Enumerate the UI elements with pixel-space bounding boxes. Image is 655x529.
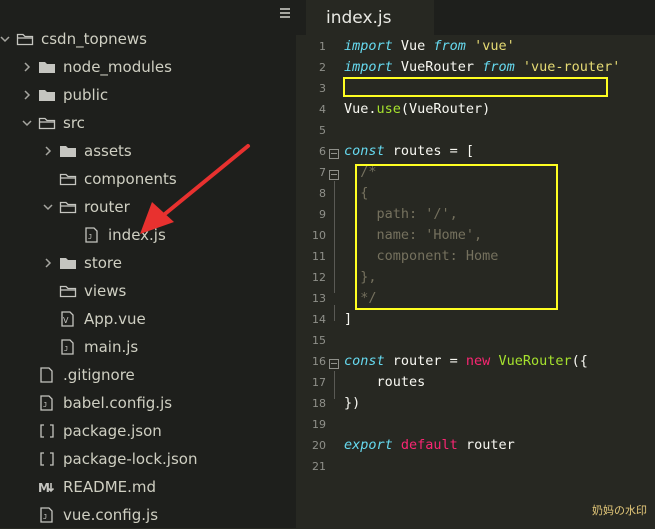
code-line-20: export default router [344, 437, 515, 453]
chevron-right-icon[interactable] [42, 145, 54, 157]
code-line-18: }) [344, 395, 361, 411]
tree-item-package-lock-json[interactable]: package-lock.json [0, 445, 296, 473]
tree-item-label: README.md [63, 478, 157, 496]
folder-open-icon [59, 199, 77, 215]
folder-icon [38, 59, 56, 75]
tree-item-label: vue.config.js [63, 506, 159, 524]
svg-text:M: M [38, 481, 50, 495]
watermark: 奶妈の水印 [592, 504, 647, 517]
tree-item-label: main.js [84, 338, 139, 356]
chevron-down-icon[interactable] [21, 117, 33, 129]
code-line-17: routes [344, 374, 426, 390]
file-icon [38, 367, 56, 383]
highlight-box-line-3 [343, 77, 608, 97]
line-number: 15 [312, 334, 326, 347]
line-number: 19 [312, 418, 326, 431]
js-file-icon: J [59, 339, 77, 355]
svg-text:J: J [43, 513, 47, 521]
code-line-14: ] [344, 311, 353, 327]
line-number: 5 [319, 124, 326, 137]
tree-item-label: .gitignore [63, 366, 135, 384]
tree-item-public[interactable]: public [0, 81, 296, 109]
tree-item-label: babel.config.js [63, 394, 173, 412]
folder-icon [38, 87, 56, 103]
tab-bar: index.js [296, 0, 655, 35]
hamburger-menu-icon[interactable] [278, 6, 292, 20]
tree-item-label: store [84, 254, 122, 272]
file-explorer-sidebar: csdn_topnews node_modules public src assets c… [0, 0, 296, 528]
chevron-right-icon[interactable] [42, 257, 54, 269]
js-file-icon: J [83, 227, 101, 243]
chevron-down-icon[interactable] [0, 33, 11, 45]
tree-item-label: router [84, 198, 130, 216]
tree-item-vue-config-js[interactable]: Jvue.config.js [0, 501, 296, 529]
tree-item-label: csdn_topnews [41, 30, 147, 48]
svg-text:J: J [64, 345, 68, 353]
markdown-file-icon: M [38, 479, 56, 495]
tree-item-label: assets [84, 142, 132, 160]
line-number: 21 [312, 460, 326, 473]
tree-item-store[interactable]: store [0, 249, 296, 277]
tree-item-csdn-topnews[interactable]: csdn_topnews [0, 25, 296, 53]
line-number: 3 [319, 82, 326, 95]
tree-item-label: src [63, 114, 85, 132]
folder-open-icon [59, 171, 77, 187]
json-file-icon [38, 451, 56, 467]
tree-item-app-vue[interactable]: V App.vue [0, 305, 296, 333]
chevron-right-icon[interactable] [21, 61, 33, 73]
chevron-down-icon[interactable] [42, 201, 54, 213]
code-line-1: import Vue from 'vue' [344, 38, 515, 54]
tree-item--gitignore[interactable]: .gitignore [0, 361, 296, 389]
folder-open-icon [59, 283, 77, 299]
folder-open-icon [16, 31, 34, 47]
tree-item-readme-md[interactable]: M README.md [0, 473, 296, 501]
annotation-arrow [140, 144, 250, 234]
svg-text:J: J [43, 401, 47, 409]
svg-text:V: V [63, 316, 69, 325]
code-editor[interactable]: 1 2 3 4 5 6 7 8 9 10 11 12 13 14 15 16 17 18 19 20 21 import… [296, 35, 655, 528]
tree-item-label: package.json [63, 422, 162, 440]
vue-file-icon: V [59, 311, 77, 327]
tree-item-label: views [84, 282, 127, 300]
tree-item-label: package-lock.json [63, 450, 198, 468]
tree-item-label: public [63, 86, 109, 104]
js-file-icon: J [38, 507, 56, 523]
tree-item-label: node_modules [63, 58, 172, 76]
highlight-box-routes [355, 164, 558, 310]
tree-item-views[interactable]: views [0, 277, 296, 305]
tree-item-node-modules[interactable]: node_modules [0, 53, 296, 81]
folder-open-icon [38, 115, 56, 131]
svg-text:J: J [88, 233, 92, 241]
folder-icon [59, 255, 77, 271]
code-line-16: const router = new VueRouter({ [344, 353, 588, 369]
tree-item-babel-config-js[interactable]: Jbabel.config.js [0, 389, 296, 417]
tab-label: index.js [326, 7, 392, 28]
js-file-icon: J [38, 395, 56, 411]
json-file-icon [38, 423, 56, 439]
code-line-2: import VueRouter from 'vue-router' [344, 59, 621, 75]
tree-item-package-json[interactable]: package.json [0, 417, 296, 445]
tree-item-main-js[interactable]: Jmain.js [0, 333, 296, 361]
chevron-right-icon[interactable] [21, 89, 33, 101]
tree-item-src[interactable]: src [0, 109, 296, 137]
code-line-4: Vue.use(VueRouter) [344, 101, 491, 117]
code-line-6: const routes = [ [344, 143, 475, 159]
tab-index-js[interactable]: index.js [306, 0, 434, 35]
folder-icon [59, 143, 77, 159]
tree-item-label: App.vue [84, 310, 146, 328]
